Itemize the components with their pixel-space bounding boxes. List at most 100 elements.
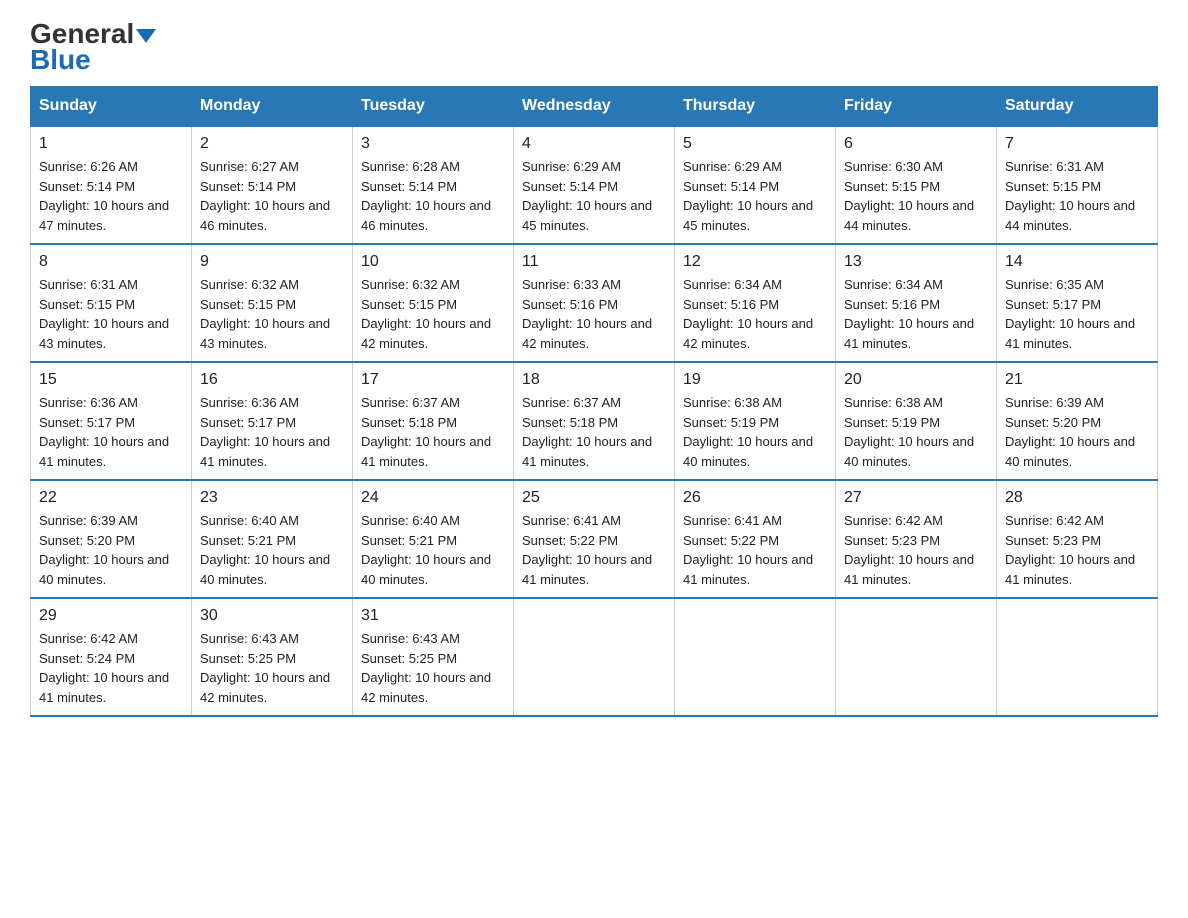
- header-sunday: Sunday: [31, 87, 192, 127]
- calendar-cell: 8 Sunrise: 6:31 AMSunset: 5:15 PMDaylight…: [31, 244, 192, 362]
- calendar-cell: 4 Sunrise: 6:29 AMSunset: 5:14 PMDaylight…: [514, 126, 675, 244]
- day-number: 5: [683, 135, 827, 153]
- header-row: SundayMondayTuesdayWednesdayThursdayFrid…: [31, 87, 1158, 127]
- calendar-cell: 19 Sunrise: 6:38 AMSunset: 5:19 PMDayligh…: [675, 362, 836, 480]
- day-number: 31: [361, 607, 505, 625]
- calendar-cell: 28Sunrise: 6:42 AMSunset: 5:23 PMDayligh…: [997, 480, 1158, 598]
- header-wednesday: Wednesday: [514, 87, 675, 127]
- day-info: Sunrise: 6:42 AMSunset: 5:23 PMDaylight:…: [844, 511, 988, 589]
- header-thursday: Thursday: [675, 87, 836, 127]
- calendar-cell: 26 Sunrise: 6:41 AMSunset: 5:22 PMDayligh…: [675, 480, 836, 598]
- day-number: 10: [361, 253, 505, 271]
- day-info: Sunrise: 6:32 AMSunset: 5:15 PMDaylight:…: [361, 275, 505, 353]
- day-info: Sunrise: 6:38 AMSunset: 5:19 PMDaylight:…: [683, 393, 827, 471]
- day-info: Sunrise: 6:33 AMSunset: 5:16 PMDaylight:…: [522, 275, 666, 353]
- day-number: 25: [522, 489, 666, 507]
- day-number: 26: [683, 489, 827, 507]
- logo-triangle-icon: [136, 29, 156, 43]
- calendar-cell: 18Sunrise: 6:37 AMSunset: 5:18 PMDayligh…: [514, 362, 675, 480]
- day-number: 1: [39, 135, 183, 153]
- calendar-cell: 23Sunrise: 6:40 AMSunset: 5:21 PMDayligh…: [192, 480, 353, 598]
- day-info: Sunrise: 6:29 AMSunset: 5:14 PMDaylight:…: [522, 157, 666, 235]
- day-number: 28: [1005, 489, 1149, 507]
- day-number: 19: [683, 371, 827, 389]
- day-number: 9: [200, 253, 344, 271]
- calendar-cell: 1 Sunrise: 6:26 AMSunset: 5:14 PMDaylight…: [31, 126, 192, 244]
- day-number: 3: [361, 135, 505, 153]
- day-number: 30: [200, 607, 344, 625]
- logo: General Blue: [30, 20, 156, 76]
- calendar-cell: 7 Sunrise: 6:31 AMSunset: 5:15 PMDaylight…: [997, 126, 1158, 244]
- calendar-cell: [836, 598, 997, 716]
- calendar-cell: 29 Sunrise: 6:42 AMSunset: 5:24 PMDayligh…: [31, 598, 192, 716]
- calendar-cell: 3 Sunrise: 6:28 AMSunset: 5:14 PMDaylight…: [353, 126, 514, 244]
- week-row: 29 Sunrise: 6:42 AMSunset: 5:24 PMDayligh…: [31, 598, 1158, 716]
- day-info: Sunrise: 6:42 AMSunset: 5:24 PMDaylight:…: [39, 629, 183, 707]
- calendar-cell: 6 Sunrise: 6:30 AMSunset: 5:15 PMDaylight…: [836, 126, 997, 244]
- day-info: Sunrise: 6:40 AMSunset: 5:21 PMDaylight:…: [200, 511, 344, 589]
- calendar-cell: [514, 598, 675, 716]
- calendar-cell: 25 Sunrise: 6:41 AMSunset: 5:22 PMDayligh…: [514, 480, 675, 598]
- day-info: Sunrise: 6:26 AMSunset: 5:14 PMDaylight:…: [39, 157, 183, 235]
- week-row: 15 Sunrise: 6:36 AMSunset: 5:17 PMDayligh…: [31, 362, 1158, 480]
- calendar-cell: 9 Sunrise: 6:32 AMSunset: 5:15 PMDaylight…: [192, 244, 353, 362]
- day-info: Sunrise: 6:29 AMSunset: 5:14 PMDaylight:…: [683, 157, 827, 235]
- header-saturday: Saturday: [997, 87, 1158, 127]
- day-number: 14: [1005, 253, 1149, 271]
- calendar-cell: 14 Sunrise: 6:35 AMSunset: 5:17 PMDayligh…: [997, 244, 1158, 362]
- day-number: 12: [683, 253, 827, 271]
- header-monday: Monday: [192, 87, 353, 127]
- calendar-cell: 22Sunrise: 6:39 AMSunset: 5:20 PMDayligh…: [31, 480, 192, 598]
- calendar-cell: 21Sunrise: 6:39 AMSunset: 5:20 PMDayligh…: [997, 362, 1158, 480]
- week-row: 22Sunrise: 6:39 AMSunset: 5:20 PMDayligh…: [31, 480, 1158, 598]
- calendar-body: 1 Sunrise: 6:26 AMSunset: 5:14 PMDaylight…: [31, 126, 1158, 716]
- calendar-cell: [997, 598, 1158, 716]
- day-number: 22: [39, 489, 183, 507]
- day-number: 27: [844, 489, 988, 507]
- logo-blue: Blue: [30, 44, 91, 76]
- day-info: Sunrise: 6:36 AMSunset: 5:17 PMDaylight:…: [200, 393, 344, 471]
- day-info: Sunrise: 6:41 AMSunset: 5:22 PMDaylight:…: [683, 511, 827, 589]
- calendar-cell: 31Sunrise: 6:43 AMSunset: 5:25 PMDayligh…: [353, 598, 514, 716]
- calendar-cell: 20 Sunrise: 6:38 AMSunset: 5:19 PMDayligh…: [836, 362, 997, 480]
- day-info: Sunrise: 6:32 AMSunset: 5:15 PMDaylight:…: [200, 275, 344, 353]
- day-number: 24: [361, 489, 505, 507]
- day-number: 20: [844, 371, 988, 389]
- day-info: Sunrise: 6:38 AMSunset: 5:19 PMDaylight:…: [844, 393, 988, 471]
- day-info: Sunrise: 6:30 AMSunset: 5:15 PMDaylight:…: [844, 157, 988, 235]
- calendar-cell: 24 Sunrise: 6:40 AMSunset: 5:21 PMDayligh…: [353, 480, 514, 598]
- calendar-cell: 2Sunrise: 6:27 AMSunset: 5:14 PMDaylight…: [192, 126, 353, 244]
- day-number: 15: [39, 371, 183, 389]
- calendar-cell: 16 Sunrise: 6:36 AMSunset: 5:17 PMDayligh…: [192, 362, 353, 480]
- day-info: Sunrise: 6:40 AMSunset: 5:21 PMDaylight:…: [361, 511, 505, 589]
- calendar-cell: 27 Sunrise: 6:42 AMSunset: 5:23 PMDayligh…: [836, 480, 997, 598]
- calendar-cell: 15 Sunrise: 6:36 AMSunset: 5:17 PMDayligh…: [31, 362, 192, 480]
- calendar-header: SundayMondayTuesdayWednesdayThursdayFrid…: [31, 87, 1158, 127]
- day-number: 8: [39, 253, 183, 271]
- day-number: 17: [361, 371, 505, 389]
- day-number: 11: [522, 253, 666, 271]
- header-friday: Friday: [836, 87, 997, 127]
- week-row: 8 Sunrise: 6:31 AMSunset: 5:15 PMDaylight…: [31, 244, 1158, 362]
- day-info: Sunrise: 6:28 AMSunset: 5:14 PMDaylight:…: [361, 157, 505, 235]
- day-info: Sunrise: 6:37 AMSunset: 5:18 PMDaylight:…: [361, 393, 505, 471]
- calendar-cell: 10 Sunrise: 6:32 AMSunset: 5:15 PMDayligh…: [353, 244, 514, 362]
- day-info: Sunrise: 6:43 AMSunset: 5:25 PMDaylight:…: [200, 629, 344, 707]
- calendar-table: SundayMondayTuesdayWednesdayThursdayFrid…: [30, 86, 1158, 717]
- day-info: Sunrise: 6:36 AMSunset: 5:17 PMDaylight:…: [39, 393, 183, 471]
- day-info: Sunrise: 6:35 AMSunset: 5:17 PMDaylight:…: [1005, 275, 1149, 353]
- header-tuesday: Tuesday: [353, 87, 514, 127]
- day-number: 16: [200, 371, 344, 389]
- day-number: 2: [200, 135, 344, 153]
- day-number: 7: [1005, 135, 1149, 153]
- day-info: Sunrise: 6:31 AMSunset: 5:15 PMDaylight:…: [1005, 157, 1149, 235]
- day-info: Sunrise: 6:37 AMSunset: 5:18 PMDaylight:…: [522, 393, 666, 471]
- day-number: 29: [39, 607, 183, 625]
- page-header: General Blue: [30, 20, 1158, 76]
- day-info: Sunrise: 6:41 AMSunset: 5:22 PMDaylight:…: [522, 511, 666, 589]
- calendar-cell: 5 Sunrise: 6:29 AMSunset: 5:14 PMDaylight…: [675, 126, 836, 244]
- day-info: Sunrise: 6:34 AMSunset: 5:16 PMDaylight:…: [844, 275, 988, 353]
- day-number: 6: [844, 135, 988, 153]
- day-number: 4: [522, 135, 666, 153]
- day-info: Sunrise: 6:31 AMSunset: 5:15 PMDaylight:…: [39, 275, 183, 353]
